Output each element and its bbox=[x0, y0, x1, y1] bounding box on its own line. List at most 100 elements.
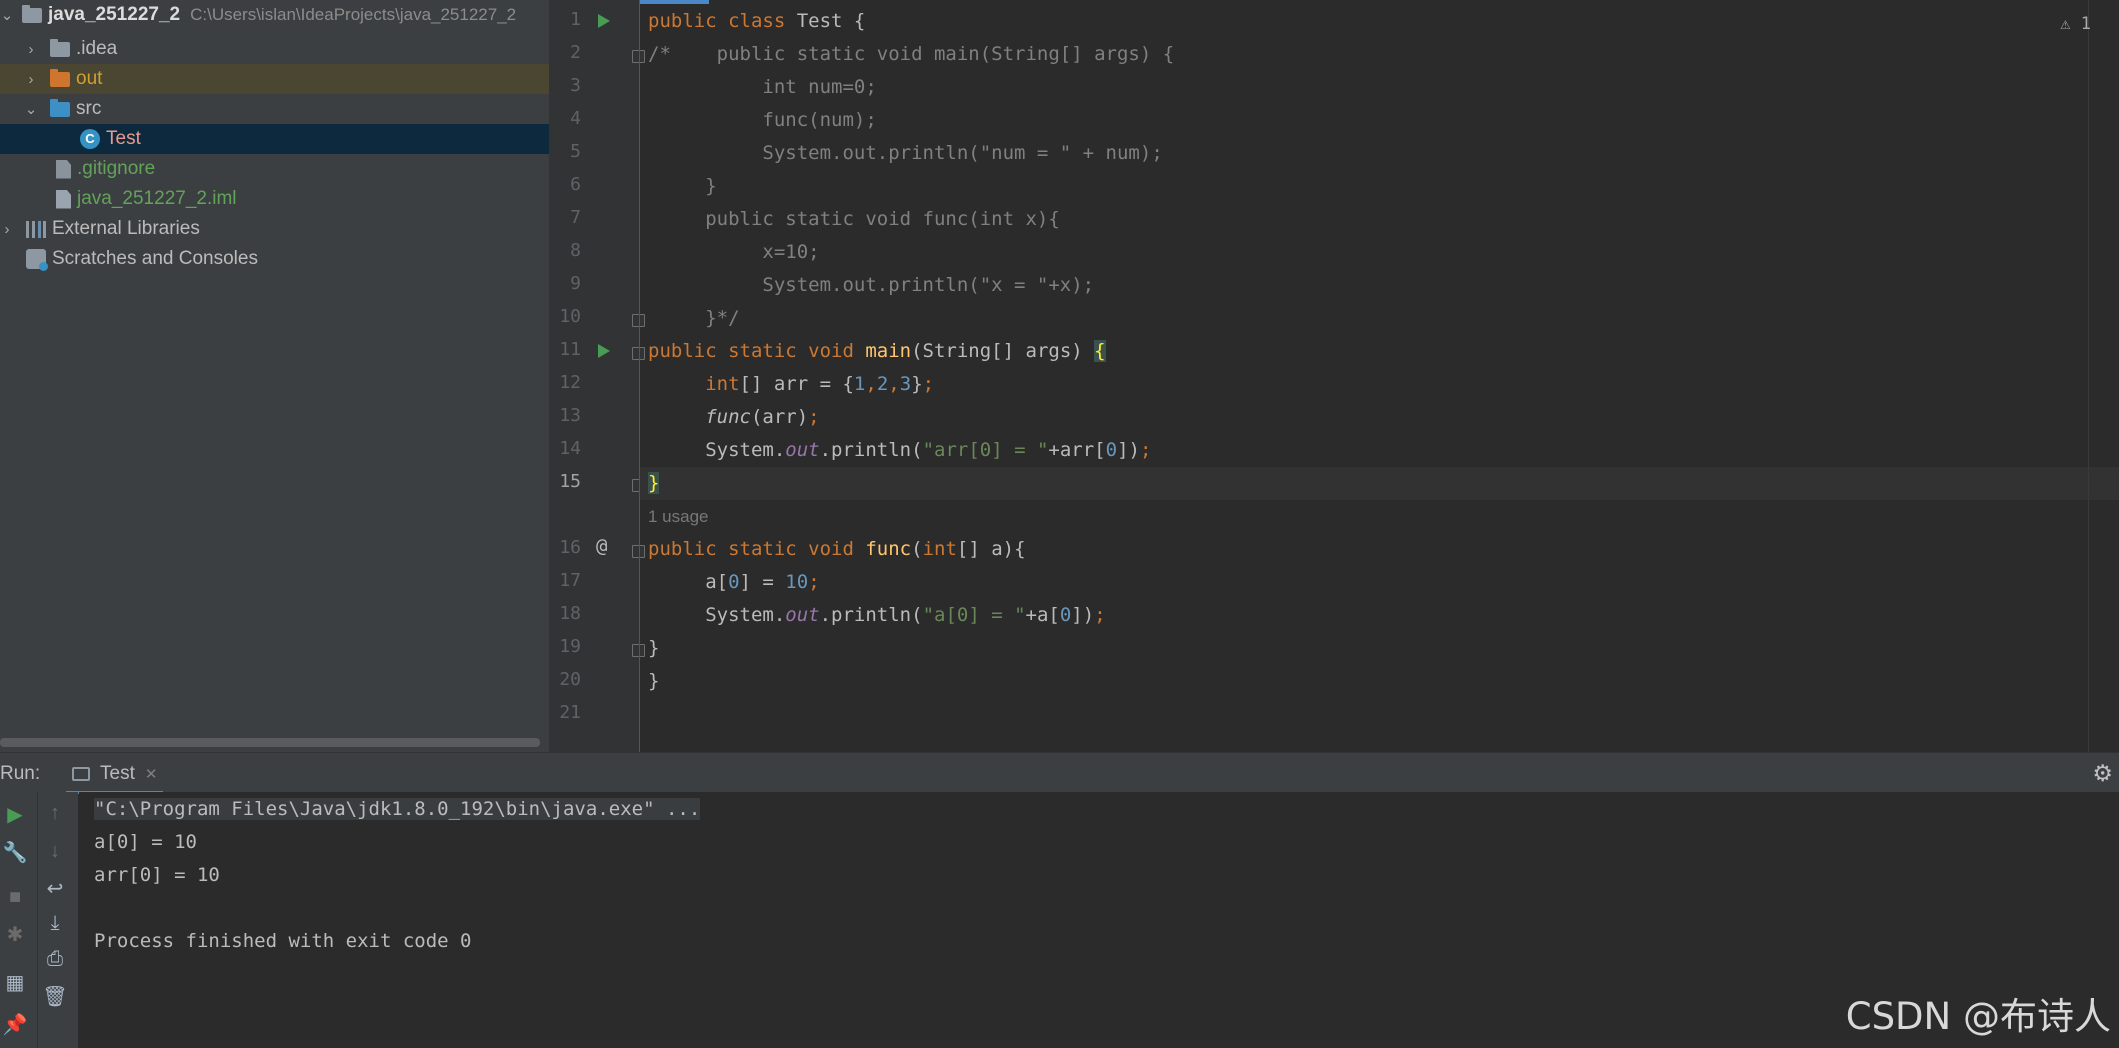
trash-icon[interactable]: 🗑 bbox=[40, 984, 70, 1009]
tree-item-label: Test bbox=[106, 128, 141, 149]
settings-debug-icon[interactable]: ✱ bbox=[0, 922, 30, 947]
code-editor[interactable]: 1 2 3 4 5 6 7 8 9 10 11 12 13 14 15 16 1… bbox=[549, 0, 2119, 752]
run-panel-header: Run: Test ✕ ⚙ bbox=[0, 752, 2119, 794]
current-line-highlight bbox=[640, 467, 2119, 500]
line-number: 21 bbox=[559, 702, 581, 723]
layout-icon[interactable]: ▦ bbox=[0, 970, 30, 995]
excluded-folder-icon bbox=[50, 68, 70, 87]
project-root-path: C:\Users\islan\IdeaProjects\java_251227_… bbox=[190, 5, 517, 24]
line-number: 4 bbox=[570, 108, 581, 129]
code-line-14: System.out.println("arr[0] = "+arr[0]); bbox=[648, 439, 1152, 461]
source-folder-icon bbox=[50, 98, 70, 117]
soft-wrap-icon[interactable]: ↩ bbox=[40, 876, 70, 901]
chevron-right-icon[interactable]: › bbox=[24, 71, 38, 88]
code-line-2: /* public static void main(String[] args… bbox=[648, 43, 1175, 65]
code-line-15: } bbox=[648, 472, 660, 494]
console-line-exit: Process finished with exit code 0 bbox=[94, 930, 472, 952]
tree-item-gitignore[interactable]: .gitignore bbox=[0, 154, 549, 184]
scroll-to-end-icon[interactable]: ⤓ bbox=[40, 912, 70, 935]
stop-icon[interactable]: ■ bbox=[0, 886, 30, 909]
line-number: 13 bbox=[559, 405, 581, 426]
close-icon[interactable]: ✕ bbox=[145, 765, 158, 783]
print-icon[interactable]: ⎙ bbox=[40, 948, 70, 971]
tree-item-src[interactable]: ⌄ src bbox=[0, 94, 549, 124]
console-command-line[interactable]: "C:\Program Files\Java\jdk1.8.0_192\bin\… bbox=[94, 798, 701, 820]
code-line-5: System.out.println("num = " + num); bbox=[648, 142, 1163, 164]
line-number: 8 bbox=[570, 240, 581, 261]
warning-indicator[interactable]: ⚠ 1 bbox=[2060, 14, 2091, 34]
code-line-1: public class Test { bbox=[648, 10, 866, 32]
module-folder-icon bbox=[22, 4, 42, 23]
code-line-19: } bbox=[648, 637, 660, 659]
library-icon bbox=[26, 220, 46, 238]
tree-root[interactable]: ⌄ java_251227_2 C:\Users\islan\IdeaProje… bbox=[0, 0, 549, 30]
console-line: a[0] = 10 bbox=[94, 831, 197, 853]
tree-item-label: .gitignore bbox=[77, 158, 156, 179]
run-toolbar: ▶ ↑ 🔧 ↓ ↩ ■ ⤓ ✱ ⎙ ▦ 🗑 📌 bbox=[0, 792, 78, 1048]
code-line-6: } bbox=[648, 175, 717, 197]
code-line-16: public static void func(int[] a){ bbox=[648, 538, 1026, 560]
override-marker-icon[interactable]: @ bbox=[596, 535, 607, 557]
line-number: 1 bbox=[570, 9, 581, 30]
line-number: 12 bbox=[559, 372, 581, 393]
wrench-icon[interactable]: 🔧 bbox=[0, 840, 30, 865]
console-icon bbox=[72, 767, 90, 781]
line-number: 3 bbox=[570, 75, 581, 96]
tree-item-label: out bbox=[76, 68, 103, 89]
project-root-name: java_251227_2 bbox=[48, 4, 181, 25]
tree-item-label: java_251227_2.iml bbox=[77, 188, 237, 209]
arrow-down-icon[interactable]: ↓ bbox=[40, 840, 70, 863]
code-line-3: int num=0; bbox=[648, 76, 877, 98]
scratches-icon bbox=[26, 249, 48, 271]
tree-item-scratches[interactable]: Scratches and Consoles bbox=[0, 244, 549, 274]
console-line: arr[0] = 10 bbox=[94, 864, 220, 886]
project-tool-window: ⌄ java_251227_2 C:\Users\islan\IdeaProje… bbox=[0, 0, 549, 752]
line-number: 11 bbox=[559, 339, 581, 360]
file-icon bbox=[56, 159, 71, 179]
module-file-icon bbox=[56, 189, 71, 209]
tree-item-label: External Libraries bbox=[52, 218, 200, 239]
tree-item-out[interactable]: › out bbox=[0, 64, 549, 94]
rerun-icon[interactable]: ▶ bbox=[0, 802, 30, 827]
line-number: 2 bbox=[570, 42, 581, 63]
console-output[interactable]: "C:\Program Files\Java\jdk1.8.0_192\bin\… bbox=[79, 792, 2119, 1048]
line-number: 17 bbox=[559, 570, 581, 591]
toolbar-divider bbox=[37, 792, 38, 1048]
tree-item-label: .idea bbox=[76, 38, 118, 59]
line-number: 18 bbox=[559, 603, 581, 624]
arrow-up-icon[interactable]: ↑ bbox=[40, 802, 70, 825]
gutter-separator bbox=[639, 0, 640, 752]
code-line-18: System.out.println("a[0] = "+a[0]); bbox=[648, 604, 1106, 626]
code-line-9: System.out.println("x = "+x); bbox=[648, 274, 1095, 296]
tree-item-label: Scratches and Consoles bbox=[52, 248, 258, 269]
run-main-icon[interactable] bbox=[598, 344, 610, 358]
watermark: CSDN @布诗人 bbox=[1845, 995, 2111, 1038]
warning-count: 1 bbox=[2080, 14, 2091, 34]
code-line-20: } bbox=[648, 670, 660, 692]
code-line-4: func(num); bbox=[648, 109, 877, 131]
line-number: 9 bbox=[570, 273, 581, 294]
run-class-icon[interactable] bbox=[598, 14, 610, 28]
run-tab-test[interactable]: Test ✕ bbox=[66, 757, 164, 794]
run-panel-title: Run: bbox=[0, 763, 41, 784]
tree-item-external-libraries[interactable]: › External Libraries bbox=[0, 214, 549, 244]
gear-icon[interactable]: ⚙ bbox=[2092, 760, 2113, 787]
error-stripe bbox=[2088, 0, 2089, 752]
usage-hint[interactable]: 1 usage bbox=[648, 500, 709, 533]
line-number: 6 bbox=[570, 174, 581, 195]
horizontal-scrollbar[interactable] bbox=[0, 738, 540, 747]
line-number-current: 15 bbox=[559, 471, 581, 492]
tree-item-idea[interactable]: › .idea bbox=[0, 34, 549, 64]
line-number: 5 bbox=[570, 141, 581, 162]
chevron-down-icon[interactable]: ⌄ bbox=[0, 6, 14, 24]
chevron-right-icon[interactable]: › bbox=[24, 41, 38, 58]
run-tab-label: Test bbox=[100, 763, 135, 784]
tree-item-test-class[interactable]: C Test bbox=[0, 124, 549, 154]
pin-icon[interactable]: 📌 bbox=[0, 1012, 30, 1037]
line-number: 10 bbox=[559, 306, 581, 327]
tree-item-iml[interactable]: java_251227_2.iml bbox=[0, 184, 549, 214]
chevron-right-icon[interactable]: › bbox=[0, 221, 14, 238]
chevron-down-icon[interactable]: ⌄ bbox=[24, 100, 38, 118]
code-line-7: public static void func(int x){ bbox=[648, 208, 1060, 230]
line-number: 16 bbox=[559, 537, 581, 558]
